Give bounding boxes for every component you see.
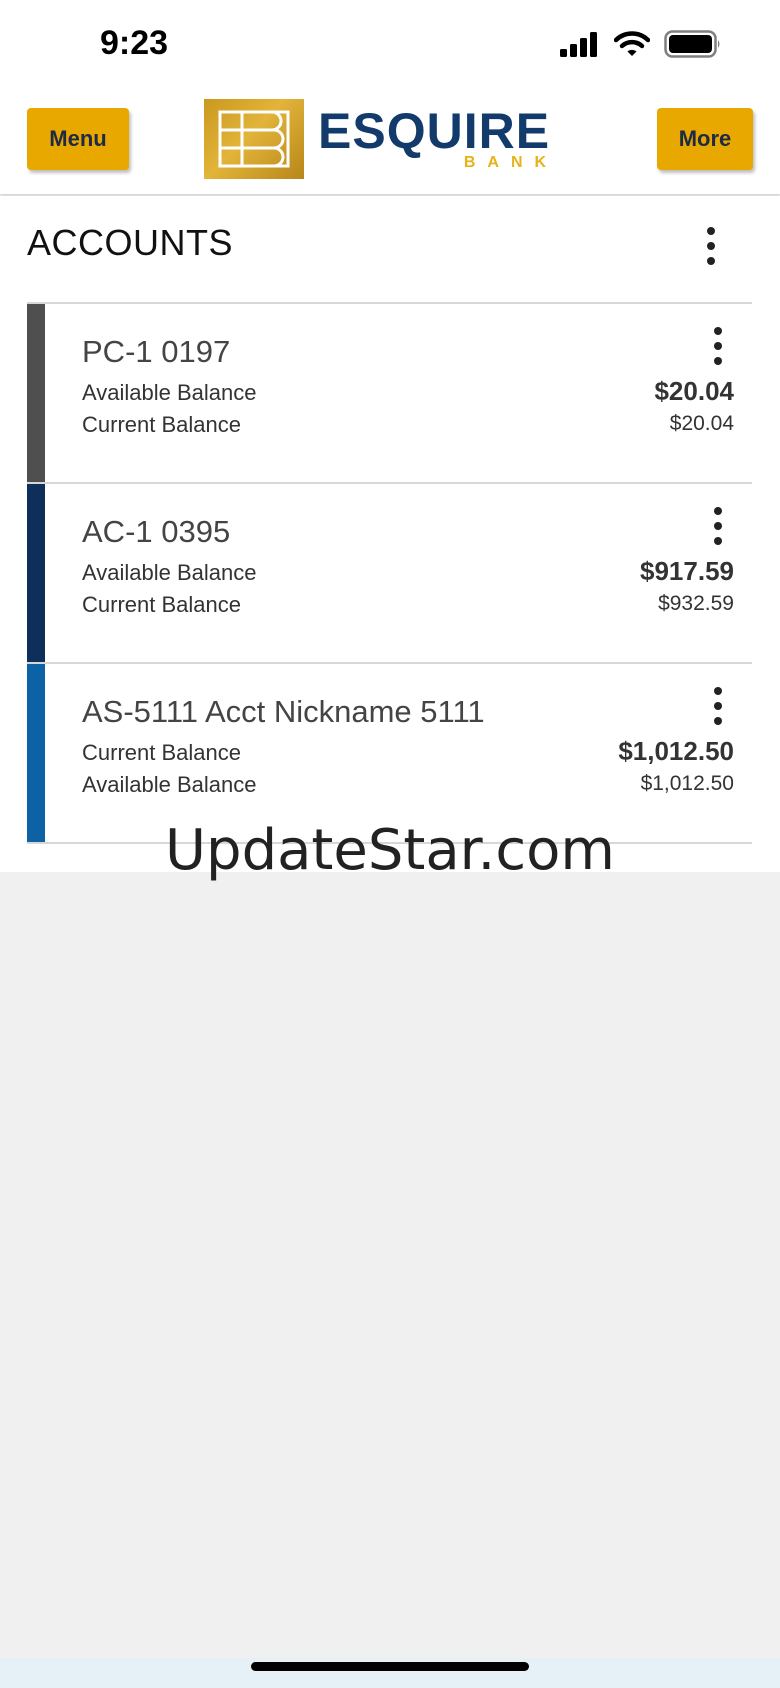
balance-label: Current Balance — [82, 592, 241, 617]
primary-balance-amount: $1,012.50 — [618, 736, 734, 766]
account-card[interactable]: AC-1 0395 Available Balance Current Bala… — [27, 484, 752, 664]
wifi-icon — [613, 31, 651, 62]
accounts-title: ACCOUNTS — [27, 222, 234, 263]
account-name: PC-1 0197 — [82, 334, 231, 369]
account-options-icon[interactable] — [706, 684, 730, 728]
esquire-bank-logo: ESQUIRE BANK — [204, 99, 550, 179]
balance-label: Available Balance — [82, 380, 257, 405]
balance-label: Current Balance — [82, 412, 241, 437]
logo-wordmark: ESQUIRE — [318, 103, 551, 159]
logo-text: ESQUIRE BANK — [318, 106, 550, 172]
status-time: 9:23 — [100, 24, 169, 62]
app-header: Menu ESQUIRE BANK More — [0, 94, 780, 194]
balance-label: Available Balance — [82, 772, 257, 797]
account-accent-bar — [27, 664, 45, 842]
balance-label: Available Balance — [82, 560, 257, 585]
accounts-panel: ACCOUNTS PC-1 0197 Available Balance Cur… — [0, 196, 780, 872]
menu-button[interactable]: Menu — [27, 108, 129, 170]
account-card[interactable]: PC-1 0197 Available Balance Current Bala… — [27, 304, 752, 484]
balance-label: Current Balance — [82, 740, 241, 765]
account-accent-bar — [27, 484, 45, 662]
status-icons — [560, 30, 722, 63]
secondary-balance-amount: $20.04 — [669, 412, 734, 435]
watermark-text: UpdateStar.com — [165, 818, 615, 883]
account-accent-bar — [27, 304, 45, 482]
logo-subtitle: BANK — [463, 154, 559, 171]
more-button[interactable]: More — [657, 108, 753, 170]
battery-icon — [664, 30, 722, 63]
logo-mark-icon — [204, 99, 304, 179]
account-card[interactable]: AS-5111 Acct Nickname 5111 Current Balan… — [27, 664, 752, 844]
primary-balance-amount: $917.59 — [640, 556, 734, 586]
accounts-options-icon[interactable] — [699, 224, 723, 268]
secondary-balance-amount: $1,012.50 — [640, 772, 734, 795]
cellular-signal-icon — [560, 31, 600, 62]
accounts-list: PC-1 0197 Available Balance Current Bala… — [27, 302, 752, 844]
account-options-icon[interactable] — [706, 504, 730, 548]
status-bar: 9:23 — [0, 0, 780, 94]
secondary-balance-amount: $932.59 — [658, 592, 734, 615]
primary-balance-amount: $20.04 — [654, 376, 734, 406]
account-name: AC-1 0395 — [82, 514, 231, 549]
home-indicator[interactable] — [251, 1662, 529, 1671]
account-name: AS-5111 Acct Nickname 5111 — [82, 694, 485, 729]
account-options-icon[interactable] — [706, 324, 730, 368]
